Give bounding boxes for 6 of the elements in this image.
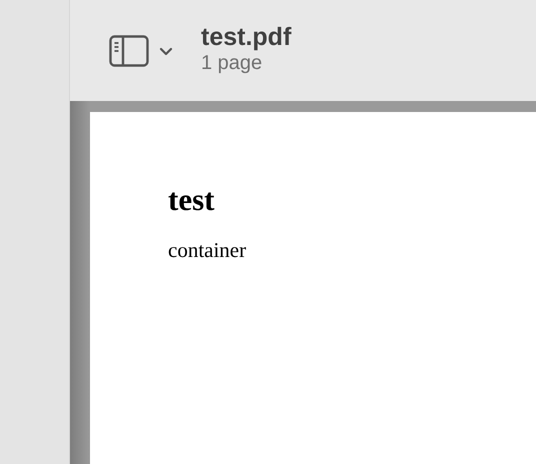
document-title: test.pdf xyxy=(201,22,292,50)
page-count: 1 page xyxy=(201,50,264,74)
page-heading: test xyxy=(168,182,216,218)
chevron-down-icon[interactable] xyxy=(159,47,173,56)
sidebar-toggle-icon[interactable] xyxy=(109,34,149,66)
page-text: container xyxy=(168,238,248,262)
